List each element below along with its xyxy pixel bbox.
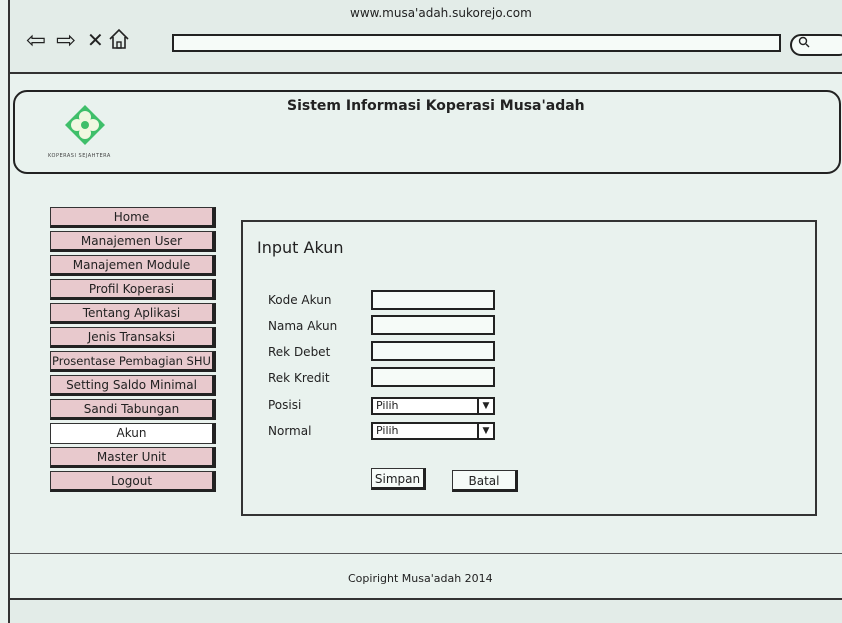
logo-text: KOPERASI SEJAHTERA [48, 153, 111, 159]
normal-select[interactable]: Pilih ▼ [371, 422, 495, 440]
content-panel [241, 220, 817, 516]
posisi-selected-value: Pilih [376, 399, 399, 412]
sidebar-menu: Home Manajemen User Manajemen Module Pro… [50, 207, 216, 495]
posisi-label: Posisi [268, 398, 302, 412]
save-button[interactable]: Simpan [371, 468, 426, 490]
sidebar-item-manajemen-module[interactable]: Manajemen Module [50, 255, 216, 276]
sidebar-item-manajemen-user[interactable]: Manajemen User [50, 231, 216, 252]
close-icon[interactable]: ✕ [87, 28, 104, 52]
nama-akun-input[interactable] [371, 315, 495, 335]
footer-divider [10, 553, 842, 554]
sidebar-item-prosentase-shu[interactable]: Prosentase Pembagian SHU [50, 351, 216, 372]
sidebar-item-setting-saldo[interactable]: Setting Saldo Minimal [50, 375, 216, 396]
search-icon [798, 36, 810, 51]
sidebar-item-jenis-transaksi[interactable]: Jenis Transaksi [50, 327, 216, 348]
cancel-button[interactable]: Batal [452, 470, 518, 492]
sidebar-item-akun[interactable]: Akun [50, 423, 216, 444]
sidebar-item-home[interactable]: Home [50, 207, 216, 228]
sidebar-item-sandi-tabungan[interactable]: Sandi Tabungan [50, 399, 216, 420]
address-bar[interactable] [172, 34, 781, 52]
chevron-down-icon: ▼ [477, 424, 493, 438]
browser-toolbar: www.musa'adah.sukorejo.com ⇦ ⇨ ✕ [8, 0, 842, 74]
page-title: Input Akun [257, 238, 344, 257]
sidebar-item-master-unit[interactable]: Master Unit [50, 447, 216, 468]
search-box[interactable] [790, 34, 842, 56]
url-text: www.musa'adah.sukorejo.com [350, 6, 532, 20]
chevron-down-icon: ▼ [477, 399, 493, 413]
footer-copyright: Copiright Musa'adah 2014 [348, 572, 493, 585]
koperasi-logo: KOPERASI SEJAHTERA [48, 103, 120, 163]
kode-akun-input[interactable] [371, 290, 495, 310]
normal-label: Normal [268, 424, 312, 438]
site-title: Sistem Informasi Koperasi Musa'adah [287, 98, 585, 114]
sidebar-item-profil-koperasi[interactable]: Profil Koperasi [50, 279, 216, 300]
sidebar-item-logout[interactable]: Logout [50, 471, 216, 492]
posisi-select[interactable]: Pilih ▼ [371, 397, 495, 415]
arrow-left-icon[interactable]: ⇦ [26, 28, 46, 52]
browser-status-bar [8, 598, 842, 623]
kode-akun-label: Kode Akun [268, 293, 332, 307]
rek-debet-label: Rek Debet [268, 345, 331, 359]
rek-debet-input[interactable] [371, 341, 495, 361]
normal-selected-value: Pilih [376, 424, 399, 437]
arrow-right-icon[interactable]: ⇨ [56, 28, 76, 52]
rek-kredit-label: Rek Kredit [268, 371, 330, 385]
nama-akun-label: Nama Akun [268, 319, 338, 333]
rek-kredit-input[interactable] [371, 367, 495, 387]
sidebar-item-tentang-aplikasi[interactable]: Tentang Aplikasi [50, 303, 216, 324]
home-icon[interactable] [108, 28, 132, 52]
